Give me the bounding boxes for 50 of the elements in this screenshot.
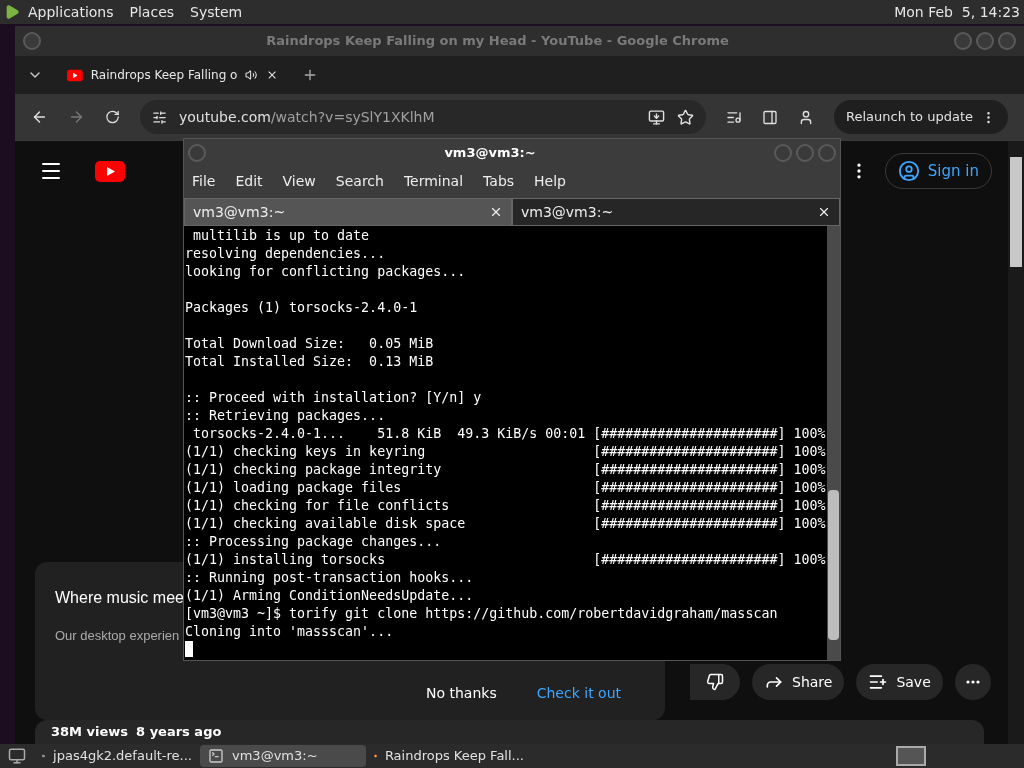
window-title: Raindrops Keep Falling on my Head - YouTube - Google Chrome [265,32,730,51]
terminal-line: :: Retrieving packages... [185,407,387,425]
promo-title: Where music mee [55,588,184,608]
panel-menu[interactable]: Places [129,1,175,23]
menu-item[interactable]: View [282,170,316,192]
terminal-line: (1/1) installing torsocks [######################] 100% [185,551,827,569]
terminal-line: multilib is up to date [192,227,371,245]
terminal-line: [vm3@vm3 ~]$ torify git clone https://github.com/robertdavidgraham/masscan [185,605,779,623]
terminal-line: Total Installed Size: 0.13 MiB [185,353,435,371]
panel-menu[interactable]: Applications [28,1,114,23]
terminal-line: (1/1) checking package integrity [######################] 100% [185,461,827,479]
menu-item[interactable]: File [192,170,216,192]
clock: Mon Feb 5, 14:23 [894,2,1020,22]
terminal-line: (1/1) Arming ConditionNeedsUpdate... [185,587,475,605]
terminal-line: resolving dependencies... [185,245,387,263]
action-button[interactable]: Save [856,664,943,700]
menu-item[interactable]: Help [534,170,566,192]
panel-menu[interactable]: System [190,1,243,23]
terminal-tab[interactable]: vm3@vm3:~ [512,198,840,226]
address-bar[interactable]: youtube.com/watch?v=sySlY1XKlhM [139,100,706,134]
url-text: youtube.com/watch?v=sySlY1XKlhM [178,107,436,127]
terminal-line: Total Download Size: 0.05 MiB [185,335,435,353]
terminal-line: torsocks-2.4.0-1... 51.8 KiB 49.3 KiB/s 00:01 [######################] 100% [192,425,827,443]
terminal-line: (1/1) checking for file conflicts [######################] 100% [185,497,827,515]
terminal-line: :: Proceed with installation? [Y/n] y [185,389,483,407]
terminal-line: :: Processing package changes... [185,533,443,551]
terminal-line: looking for conflicting packages... [185,263,467,281]
upload-age: 8 years ago [136,723,222,742]
terminal-line: :: Running post-transaction hooks... [185,569,475,587]
terminal-line: (1/1) loading package files [######################] 100% [185,479,827,497]
menu-item[interactable]: Search [335,170,384,192]
promo-text: Our desktop experien [55,627,180,645]
menu-item[interactable]: Edit [235,170,263,192]
window-title: vm3@vm3:~ [443,143,537,162]
tab-title: Raindrops Keep Falling o [90,67,238,84]
menu-item[interactable]: Terminal [403,170,464,192]
dismiss-button[interactable]: No thanks [410,678,513,708]
terminal-line: Packages (1) torsocks-2.4.0-1 [185,299,419,317]
taskbar-item[interactable]: vm3@vm3:~ [200,745,366,767]
taskbar-item[interactable]: jpas4gk2.default-re... [34,745,200,767]
terminal-line: (1/1) checking available disk space [######################] 100% [185,515,827,533]
taskbar-item[interactable]: Raindrops Keep Fall... [366,745,532,767]
menu-item[interactable]: Tabs [483,170,515,192]
check-it-out-button[interactable]: Check it out [520,678,637,708]
action-button[interactable]: Share [752,664,845,700]
terminal-line: (1/1) checking keys in keyring [######################] 100% [185,443,827,461]
terminal-line: Cloning into 'massscan'... [185,623,395,641]
terminal-tab[interactable]: vm3@vm3:~ [184,198,512,226]
relaunch-button[interactable]: Relaunch to update [834,100,1008,134]
view-count: 38M views [51,723,129,742]
